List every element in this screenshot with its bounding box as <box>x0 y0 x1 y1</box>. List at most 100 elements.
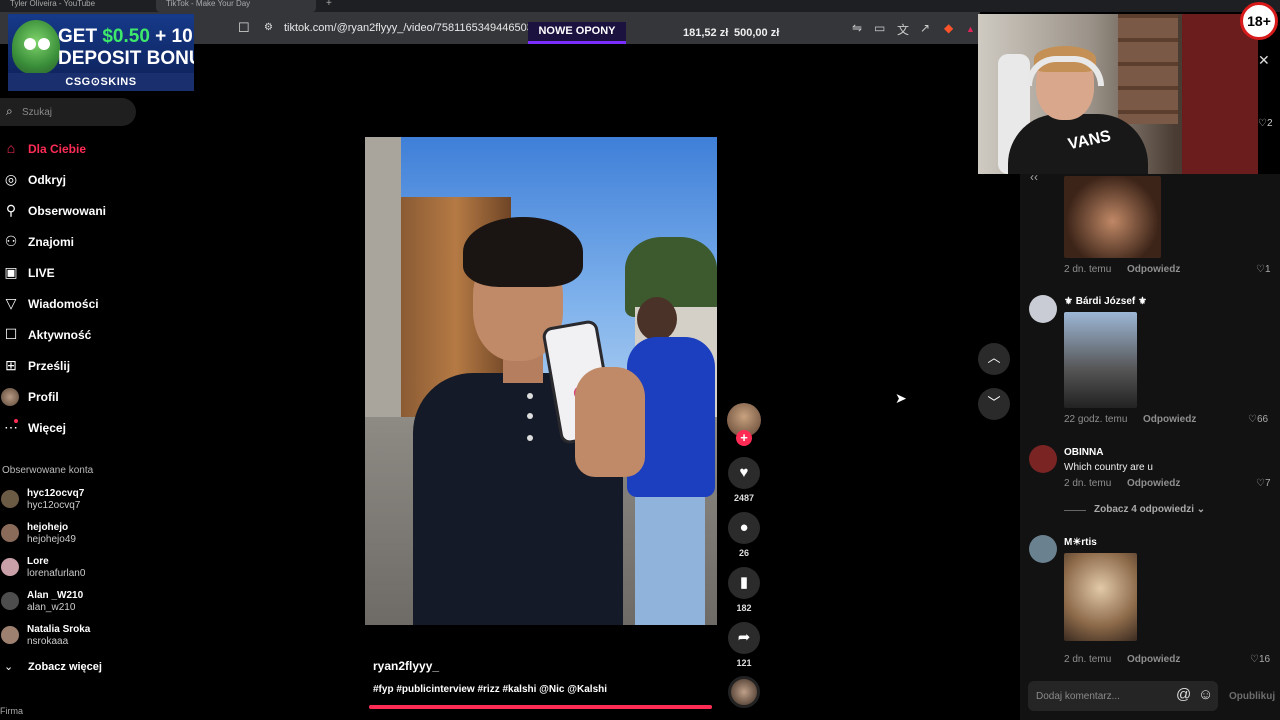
nav-item-messages[interactable]: ▽ Wiadomości <box>0 292 140 316</box>
comment-author[interactable]: M☀rtis <box>1064 537 1097 548</box>
share-count: 121 <box>736 658 752 668</box>
search-input[interactable] <box>22 103 130 121</box>
nav-item-friends[interactable]: ⚇ Znajomi <box>0 230 140 254</box>
nav-item-profile[interactable]: Profil <box>0 385 140 409</box>
nav-label: LIVE <box>28 266 55 280</box>
comment-input[interactable] <box>1036 687 1176 705</box>
comment-image[interactable] <box>1064 312 1137 408</box>
notification-dot <box>14 419 18 423</box>
follow-button[interactable]: + <box>736 430 752 446</box>
comment-like-button[interactable]: ♡66 <box>1248 414 1268 425</box>
account-name: Natalia Sroka <box>27 624 91 635</box>
brave-shield-icon[interactable]: ◆ <box>944 21 953 35</box>
avatar[interactable] <box>1029 445 1057 473</box>
account-name: Lore <box>27 556 49 567</box>
comment-like-button[interactable]: ♡16 <box>1250 654 1270 665</box>
emoji-icon[interactable]: ☺ <box>1198 686 1213 703</box>
video-player[interactable] <box>365 137 717 625</box>
nav-item-explore[interactable]: ◎ Odkryj <box>0 168 140 192</box>
comment-time: 22 godz. temu <box>1064 414 1128 425</box>
reply-button[interactable]: Odpowiedz <box>1127 654 1180 665</box>
nav-item-following[interactable]: ⚲ Obserwowani <box>0 199 140 223</box>
site-info-icon[interactable]: ⚙ <box>264 22 273 33</box>
previous-video-button[interactable]: ︿ <box>978 343 1010 375</box>
new-tab-button[interactable]: + <box>326 0 332 9</box>
comment-like-button[interactable]: ♡2 <box>1258 118 1273 129</box>
bookmark-icon[interactable]: ☐ <box>238 20 250 36</box>
ad-banner[interactable]: GET $0.50 + 10 DEPOSIT BONU CSG⊙SKINS <box>8 14 194 91</box>
avatar[interactable] <box>1029 535 1057 563</box>
publish-button[interactable]: Opublikuj <box>1229 691 1275 702</box>
activity-icon: ☐ <box>4 326 18 342</box>
messages-icon: ▽ <box>5 295 17 311</box>
video-author[interactable]: ryan2flyyy_ <box>373 659 439 673</box>
video-progress-fill <box>369 705 712 709</box>
comment-like-button[interactable]: ♡7 <box>1256 478 1271 489</box>
ad-subheadline: DEPOSIT BONU <box>58 48 194 69</box>
nav-item-upload[interactable]: ⊞ Prześlij <box>0 354 140 378</box>
browser-tab-active[interactable]: TikTok - Make Your Day <box>156 0 316 12</box>
nav-item-more[interactable]: ⋯ Więcej <box>0 416 140 440</box>
nav-label: Obserwowani <box>28 204 107 218</box>
comment-button[interactable]: ● 26 <box>727 512 761 558</box>
comment-composer[interactable]: @ ☺ <box>1028 681 1218 711</box>
save-button[interactable]: ▮ 182 <box>727 567 761 613</box>
reply-button[interactable]: Odpowiedz <box>1127 264 1180 275</box>
balance-label: 181,52 zł <box>683 27 729 39</box>
share-icon[interactable]: ↗ <box>920 21 930 35</box>
close-icon[interactable]: ✕ <box>1258 52 1270 69</box>
nav-item-for-you[interactable]: ⌂ Dla Ciebie <box>0 137 140 161</box>
live-icon: ▣ <box>4 264 18 280</box>
share-button[interactable]: ➦ 121 <box>727 622 761 668</box>
view-replies-button[interactable]: Zobacz 4 odpowiedzi ⌄ <box>1094 504 1205 515</box>
nav-item-live[interactable]: ▣ LIVE <box>0 261 140 285</box>
account-handle: nsrokaaa <box>27 636 69 647</box>
search-bar[interactable]: ⌕ <box>0 98 136 126</box>
account-handle: lorenafurlan0 <box>27 568 86 579</box>
cast-icon[interactable]: ▭ <box>874 21 885 35</box>
browser-tab[interactable]: Tyler Oliveira - YouTube <box>0 0 150 12</box>
friends-icon: ⚇ <box>4 233 18 249</box>
comment-time: 2 dn. temu <box>1064 654 1112 665</box>
followed-account[interactable]: hejohejo hejohejo49 <box>0 520 140 550</box>
divider <box>1064 510 1086 511</box>
nav-label: Profil <box>28 390 59 404</box>
like-button[interactable]: ♥ 2487 <box>727 457 761 503</box>
comment-time: 2 dn. temu <box>1064 478 1112 489</box>
next-video-button[interactable]: ﹀ <box>978 388 1010 420</box>
brave-rewards-icon[interactable]: ▲ <box>966 24 975 34</box>
comment-text: Which country are u <box>1064 462 1153 473</box>
url-field[interactable]: tiktok.com/@ryan2flyyy_/video/7581165349… <box>284 22 550 34</box>
account-handle: alan_w210 <box>27 602 76 613</box>
comment-author[interactable]: ⚜ Bárdi József ⚜ <box>1064 296 1147 307</box>
followed-account[interactable]: hyc12ocvq7 hyc12ocvq7 <box>0 486 140 516</box>
video-hand <box>575 367 645 477</box>
compass-icon: ◎ <box>4 171 18 187</box>
followed-account[interactable]: Alan _W210 alan_w210 <box>0 588 140 618</box>
bookmark-icon: ▮ <box>728 567 760 599</box>
see-more-label: Zobacz więcej <box>28 661 102 673</box>
reply-button[interactable]: Odpowiedz <box>1143 414 1196 425</box>
comment-time: 2 dn. temu <box>1064 264 1112 275</box>
nav-label: Wiadomości <box>28 297 99 311</box>
comment-image[interactable] <box>1064 176 1161 258</box>
see-more-button[interactable]: ⌄ Zobacz więcej <box>0 658 140 678</box>
avatar[interactable] <box>1029 295 1057 323</box>
promo-button[interactable]: NOWE OPONY <box>528 22 626 44</box>
nav-item-activity[interactable]: ☐ Aktywność <box>0 323 140 347</box>
translate-icon[interactable]: 文 <box>897 21 909 38</box>
followed-account[interactable]: Lore lorenafurlan0 <box>0 554 140 584</box>
followed-account[interactable]: Natalia Sroka nsrokaaa <box>0 622 140 652</box>
video-progress-bar[interactable] <box>369 705 712 709</box>
account-handle: hejohejo49 <box>27 534 76 545</box>
extension-icon[interactable]: ⇋ <box>852 21 862 35</box>
comment-like-button[interactable]: ♡1 <box>1256 264 1271 275</box>
video-caption[interactable]: #fyp #publicinterview #rizz #kalshi @Nic… <box>373 684 607 695</box>
comment-image[interactable] <box>1064 553 1137 641</box>
balance-label: 500,00 zł <box>734 27 780 39</box>
footer-link[interactable]: Firma <box>0 706 23 716</box>
music-disc[interactable] <box>728 676 760 708</box>
mention-icon[interactable]: @ <box>1176 686 1191 703</box>
comment-author[interactable]: OBINNA <box>1064 447 1103 458</box>
reply-button[interactable]: Odpowiedz <box>1127 478 1180 489</box>
